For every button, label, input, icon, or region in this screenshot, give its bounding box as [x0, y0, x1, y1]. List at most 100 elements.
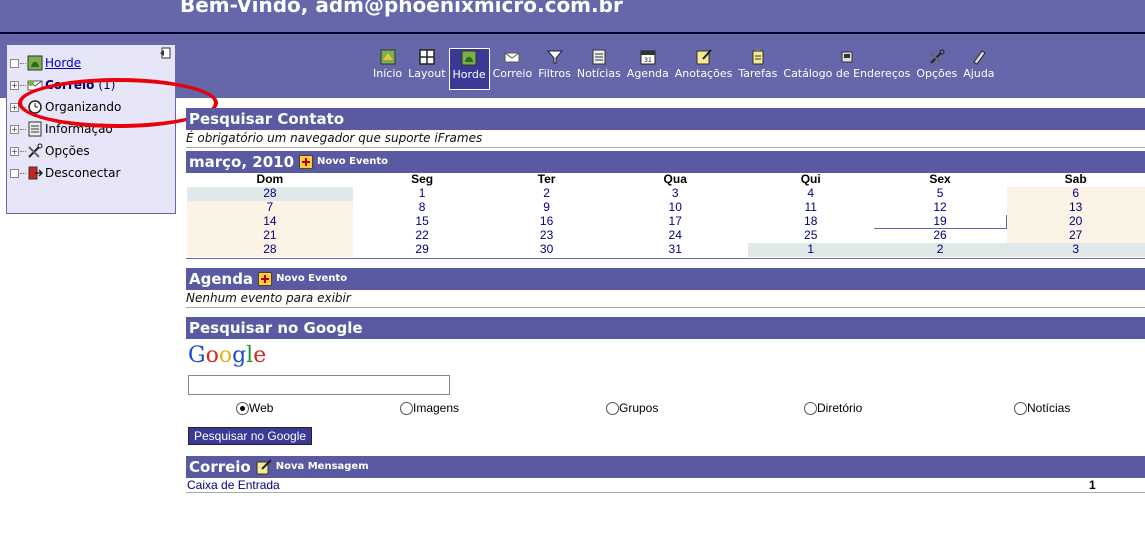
- calendar-week-row: 7 8 9 10 11 12 13: [186, 200, 1145, 215]
- google-logo: Google: [188, 343, 267, 368]
- google-search-button[interactable]: Pesquisar no Google: [188, 427, 313, 445]
- calendar-day-cell[interactable]: 23: [491, 229, 602, 243]
- nav-item-layout[interactable]: Layout: [405, 48, 448, 90]
- calendar-day-cell[interactable]: 30: [491, 243, 602, 257]
- calendar-day-cell[interactable]: 3: [1006, 242, 1145, 257]
- add-event-icon[interactable]: [258, 272, 273, 286]
- google-panel-header: Pesquisar no Google: [186, 317, 1145, 339]
- tree-line: [20, 62, 26, 64]
- nav-item-ajuda[interactable]: Ajuda: [960, 48, 997, 90]
- calendar-day-cell[interactable]: 3: [602, 187, 748, 201]
- calendar-day-cell[interactable]: 13: [1006, 200, 1145, 215]
- agenda-panel-title[interactable]: Agenda: [189, 268, 253, 290]
- logout-icon: [28, 166, 43, 180]
- expand-icon[interactable]: +: [10, 146, 19, 156]
- calendar-day-cell[interactable]: 29: [353, 243, 491, 257]
- radio-noticias[interactable]: Notícias: [1014, 401, 1070, 415]
- radio-button-icon[interactable]: [400, 401, 413, 415]
- calendar-day-cell[interactable]: 2: [491, 187, 602, 201]
- month-calendar: Dom Seg Ter Qua Qui Sex Sab 28 1 2 3 4 5 6 7 8 9 10 11 12 1…: [186, 173, 1145, 257]
- nav-item-anotacoes[interactable]: Anotações: [672, 48, 736, 90]
- calendar-day-cell[interactable]: 28: [186, 242, 354, 257]
- radio-button-icon[interactable]: [606, 401, 619, 415]
- radio-button-icon[interactable]: [804, 401, 817, 415]
- expand-icon[interactable]: +: [10, 80, 19, 90]
- calendar-day-cell[interactable]: 8: [353, 201, 491, 215]
- svg-text:31: 31: [644, 57, 652, 64]
- calendar-panel-header: março, 2010 Novo Evento: [186, 151, 1145, 173]
- collapse-sidebar-icon[interactable]: [159, 47, 171, 59]
- calendar-day-cell[interactable]: 7: [186, 200, 354, 215]
- calendar-day-cell[interactable]: 28: [186, 186, 354, 201]
- radio-diretorio[interactable]: Diretório: [804, 401, 862, 415]
- calendar-day-cell[interactable]: 10: [602, 201, 748, 215]
- calendar-day-cell[interactable]: 11: [748, 201, 873, 215]
- calendar-day-cell[interactable]: 12: [873, 201, 1007, 215]
- mail-panel-title[interactable]: Correio: [189, 456, 251, 478]
- mail-folder-row[interactable]: Caixa de Entrada 1: [186, 478, 1145, 493]
- horde-icon: [461, 50, 477, 66]
- nav-item-opcoes[interactable]: Opções: [913, 48, 960, 90]
- contact-panel-header: Pesquisar Contato: [186, 108, 1145, 130]
- calendar-day-cell[interactable]: 14: [186, 214, 354, 229]
- expand-icon[interactable]: +: [10, 124, 19, 134]
- radio-imagens[interactable]: Imagens: [400, 401, 459, 415]
- calendar-day-cell[interactable]: 31: [602, 243, 748, 257]
- calendar-day-cell[interactable]: 6: [1006, 186, 1145, 201]
- filter-icon: [546, 50, 563, 64]
- calendar-month-title[interactable]: março, 2010: [189, 151, 294, 173]
- news-icon: [592, 49, 606, 65]
- google-panel-title: Pesquisar no Google: [189, 319, 363, 337]
- radio-web[interactable]: Web: [236, 401, 273, 415]
- compose-icon[interactable]: [256, 459, 272, 475]
- calendar-day-cell[interactable]: 4: [748, 187, 873, 201]
- calendar-day-cell[interactable]: 22: [353, 229, 491, 243]
- contact-panel-title: Pesquisar Contato: [189, 110, 345, 128]
- calendar-day-cell[interactable]: 18: [748, 215, 873, 229]
- calendar-week-row: 28 29 30 31 1 2 3: [186, 242, 1145, 257]
- calendar-day-cell[interactable]: 21: [186, 228, 354, 243]
- calendar-day-cell[interactable]: 26: [873, 229, 1007, 243]
- horde-icon: [27, 55, 43, 71]
- nav-item-agenda[interactable]: 31 Agenda: [624, 48, 672, 90]
- calendar-day-cell[interactable]: 15: [353, 215, 491, 229]
- options-icon: [28, 143, 43, 158]
- calendar-day-cell[interactable]: 2: [873, 242, 1007, 257]
- google-search-options: Web Imagens Grupos Diretório Notícias: [186, 401, 1145, 423]
- nav-item-horde[interactable]: Horde: [448, 48, 490, 90]
- calendar-day-cell[interactable]: 19: [872, 214, 1008, 229]
- agenda-new-event-link[interactable]: Novo Evento: [276, 268, 347, 290]
- calendar-day-cell[interactable]: 20: [1006, 214, 1145, 229]
- radio-grupos[interactable]: Grupos: [606, 401, 658, 415]
- calendar-day-cell[interactable]: 25: [748, 229, 873, 243]
- add-event-icon[interactable]: [299, 155, 314, 169]
- sidebar-item-desconectar[interactable]: Desconectar: [7, 163, 120, 183]
- radio-button-icon[interactable]: [236, 401, 249, 415]
- mail-panel-header: Correio Nova Mensagem: [186, 456, 1145, 478]
- sidebar-item-opcoes[interactable]: + Opções: [7, 141, 90, 161]
- sidebar-item-horde[interactable]: Horde: [7, 53, 81, 73]
- new-event-link[interactable]: Novo Evento: [317, 151, 388, 173]
- radio-button-icon[interactable]: [1014, 401, 1027, 415]
- calendar-day-cell[interactable]: 16: [491, 215, 602, 229]
- home-icon: [380, 49, 396, 65]
- new-message-link[interactable]: Nova Mensagem: [276, 456, 369, 478]
- calendar-day-cell[interactable]: 1: [353, 187, 491, 201]
- nav-item-tarefas[interactable]: Tarefas: [735, 48, 780, 90]
- weekday-header: Sab: [1064, 172, 1087, 186]
- google-search-input[interactable]: [188, 375, 450, 395]
- nav-item-filtros[interactable]: Filtros: [535, 48, 574, 90]
- calendar-day-cell[interactable]: 5: [873, 187, 1007, 201]
- calendar-day-cell[interactable]: 17: [602, 215, 748, 229]
- calendar-day-cell[interactable]: 1: [748, 242, 874, 257]
- nav-item-correio[interactable]: Correio: [490, 48, 536, 90]
- calendar-days: 28 1 2 3 4 5 6 7 8 9 10 11 12 13 14 15 16 17 18 19 20 21 22 23 2…: [186, 186, 1145, 257]
- calendar-day-cell[interactable]: 9: [491, 201, 602, 215]
- calendar-day-cell[interactable]: 27: [1006, 228, 1145, 243]
- nav-item-inicio[interactable]: Início: [370, 48, 405, 90]
- calendar-day-cell[interactable]: 24: [602, 229, 748, 243]
- main-nav-toolbar: Início Layout Horde Correio Filtros Notí…: [370, 48, 998, 90]
- inbox-link[interactable]: Caixa de Entrada: [187, 478, 280, 492]
- nav-item-noticias[interactable]: Notícias: [574, 48, 624, 90]
- nav-item-catalogo-enderecos[interactable]: Catálogo de Endereços: [780, 48, 913, 90]
